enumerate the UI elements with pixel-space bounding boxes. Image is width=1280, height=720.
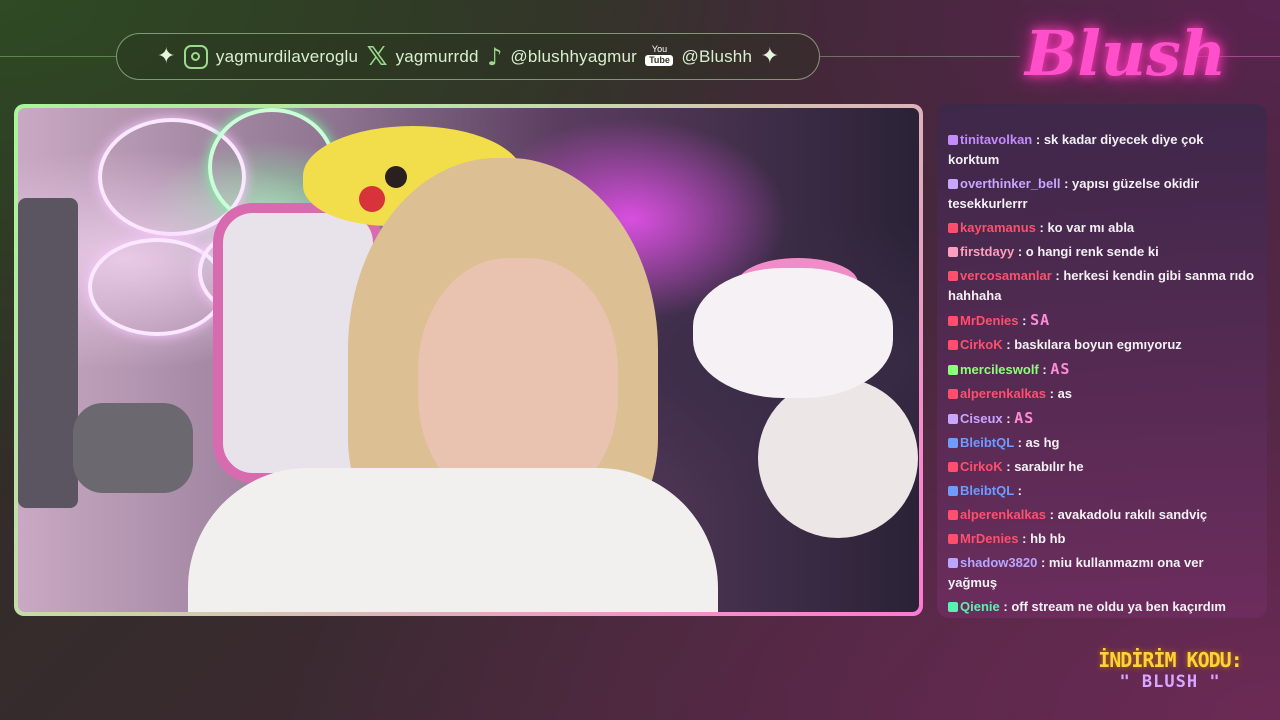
chat-text: : sarabılır he bbox=[1006, 459, 1084, 474]
tiktok-handle: @blushhyagmur bbox=[510, 46, 638, 66]
youtube-icon: You Tube bbox=[645, 44, 674, 70]
chat-badge-icon bbox=[948, 534, 958, 544]
chat-message: CirkoK : sarabılır he bbox=[948, 457, 1255, 477]
chat-text: : bbox=[1022, 313, 1027, 328]
sparkle-icon: ✦ bbox=[760, 44, 779, 69]
instagram-icon bbox=[183, 44, 208, 69]
streamer-shirt bbox=[188, 468, 718, 612]
chat-text: : ko var mı abla bbox=[1039, 220, 1135, 235]
chat-badge-icon bbox=[948, 414, 958, 424]
webcam-frame bbox=[14, 104, 923, 616]
chat-message: kayramanus : ko var mı abla bbox=[948, 218, 1255, 238]
chat-text: : hb hb bbox=[1022, 531, 1066, 546]
chat-username[interactable]: CirkoK bbox=[960, 459, 1003, 474]
chat-badge-icon bbox=[948, 365, 958, 375]
chat-emote: AS bbox=[1050, 360, 1071, 378]
microphone-head bbox=[73, 403, 193, 493]
chat-username[interactable]: shadow3820 bbox=[960, 555, 1037, 570]
top-line-left bbox=[0, 56, 116, 57]
social-bar: ✦ yagmurdilaveroglu 𝕏 yagmurrdd ♪ @blush… bbox=[116, 33, 820, 80]
chat-text: : bbox=[1006, 411, 1011, 426]
chat-text: : o hangi renk sende ki bbox=[1017, 244, 1159, 259]
chat-username[interactable]: Qienie bbox=[960, 599, 1000, 614]
chat-username[interactable]: MrDenies bbox=[960, 531, 1019, 546]
chat-message: alperenkalkas : avakadolu rakılı sandviç bbox=[948, 505, 1255, 525]
chat-username[interactable]: firstdayy bbox=[960, 244, 1014, 259]
chat-badge-icon bbox=[948, 135, 958, 145]
chat-message: MrDenies : SA bbox=[948, 310, 1255, 331]
youtube-handle: @Blushh bbox=[681, 46, 753, 66]
chat-badge-icon bbox=[948, 510, 958, 520]
social-youtube: You Tube @Blushh bbox=[645, 44, 752, 70]
chat-username[interactable]: vercosamanlar bbox=[960, 268, 1052, 283]
chat-badge-icon bbox=[948, 602, 958, 612]
chat-badge-icon bbox=[948, 223, 958, 233]
social-tiktok: ♪ @blushhyagmur bbox=[487, 43, 637, 71]
chat-message: MrDenies : hb hb bbox=[948, 529, 1255, 549]
chat-username[interactable]: alperenkalkas bbox=[960, 386, 1046, 401]
unicorn-plush bbox=[693, 268, 893, 398]
chat-username[interactable]: BleibtQL bbox=[960, 435, 1014, 450]
tiktok-icon: ♪ bbox=[487, 42, 503, 71]
chat-badge-icon bbox=[948, 389, 958, 399]
x-icon: 𝕏 bbox=[366, 41, 388, 72]
chat-username[interactable]: alperenkalkas bbox=[960, 507, 1046, 522]
chat-text: : as hg bbox=[1017, 435, 1060, 450]
chat-text: : bbox=[1017, 483, 1022, 498]
pet-bed bbox=[758, 378, 918, 538]
chat-text: : as bbox=[1049, 386, 1073, 401]
chat-badge-icon bbox=[948, 271, 958, 281]
chat-text: : baskılara boyun egmıyoruz bbox=[1006, 337, 1182, 352]
chat-badge-icon bbox=[948, 438, 958, 448]
chat-username[interactable]: kayramanus bbox=[960, 220, 1036, 235]
chat-badge-icon bbox=[948, 486, 958, 496]
chat-message: Qienie : off stream ne oldu ya ben kaçır… bbox=[948, 597, 1255, 618]
chat-username[interactable]: mercileswolf bbox=[960, 362, 1039, 377]
chat-badge-icon bbox=[948, 179, 958, 189]
chat-username[interactable]: tinitavolkan bbox=[960, 132, 1032, 147]
chat-badge-icon bbox=[948, 247, 958, 257]
microphone-arm bbox=[18, 198, 78, 508]
social-x: 𝕏 yagmurrdd bbox=[367, 42, 479, 72]
chat-badge-icon bbox=[948, 316, 958, 326]
chat-message: vercosamanlar : herkesi kendin gibi sanm… bbox=[948, 266, 1255, 306]
promo-code: İNDİRİM KODU: " BLUSH " bbox=[1080, 648, 1260, 704]
chat-message: overthinker_bell : yapısı güzelse okidir… bbox=[948, 174, 1255, 214]
chat-text: : avakadolu rakılı sandviç bbox=[1049, 507, 1208, 522]
chat-username[interactable]: BleibtQL bbox=[960, 483, 1014, 498]
chat-message: CirkoK : baskılara boyun egmıyoruz bbox=[948, 335, 1255, 355]
webcam-feed bbox=[18, 108, 919, 612]
chat-message: shadow3820 : miu kullanmazmı ona ver yağ… bbox=[948, 553, 1255, 593]
top-line-mid bbox=[820, 56, 1020, 57]
chat-badge-icon bbox=[948, 462, 958, 472]
sparkle-icon: ✦ bbox=[157, 44, 176, 69]
chat-message: tinitavolkan : sk kadar diyecek diye çok… bbox=[948, 130, 1255, 170]
blush-logo: Blush bbox=[1025, 17, 1227, 90]
chat-message: alperenkalkas : as bbox=[948, 384, 1255, 404]
chat-username[interactable]: overthinker_bell bbox=[960, 176, 1060, 191]
chat-message: mercileswolf : AS bbox=[948, 359, 1255, 380]
promo-code-value: " BLUSH " bbox=[1119, 672, 1221, 692]
promo-label: İNDİRİM KODU: bbox=[1098, 648, 1243, 672]
chat-username[interactable]: CirkoK bbox=[960, 337, 1003, 352]
chat-text: : bbox=[1042, 362, 1047, 377]
chat-username[interactable]: Ciseux bbox=[960, 411, 1003, 426]
chat-message: BleibtQL : bbox=[948, 481, 1255, 501]
chat-message: BleibtQL : as hg bbox=[948, 433, 1255, 453]
chat-message: Ciseux : AS bbox=[948, 408, 1255, 429]
chat-badge-icon bbox=[948, 558, 958, 568]
chat-message: firstdayy : o hangi renk sende ki bbox=[948, 242, 1255, 262]
chat-panel: tinitavolkan : sk kadar diyecek diye çok… bbox=[937, 104, 1267, 618]
instagram-handle: yagmurdilaveroglu bbox=[215, 46, 359, 66]
social-instagram: yagmurdilaveroglu bbox=[183, 44, 359, 69]
chat-emote: SA bbox=[1030, 311, 1051, 329]
chat-badge-icon bbox=[948, 340, 958, 350]
x-handle: yagmurrdd bbox=[395, 46, 479, 66]
chat-username[interactable]: MrDenies bbox=[960, 313, 1019, 328]
chat-emote: AS bbox=[1014, 409, 1035, 427]
